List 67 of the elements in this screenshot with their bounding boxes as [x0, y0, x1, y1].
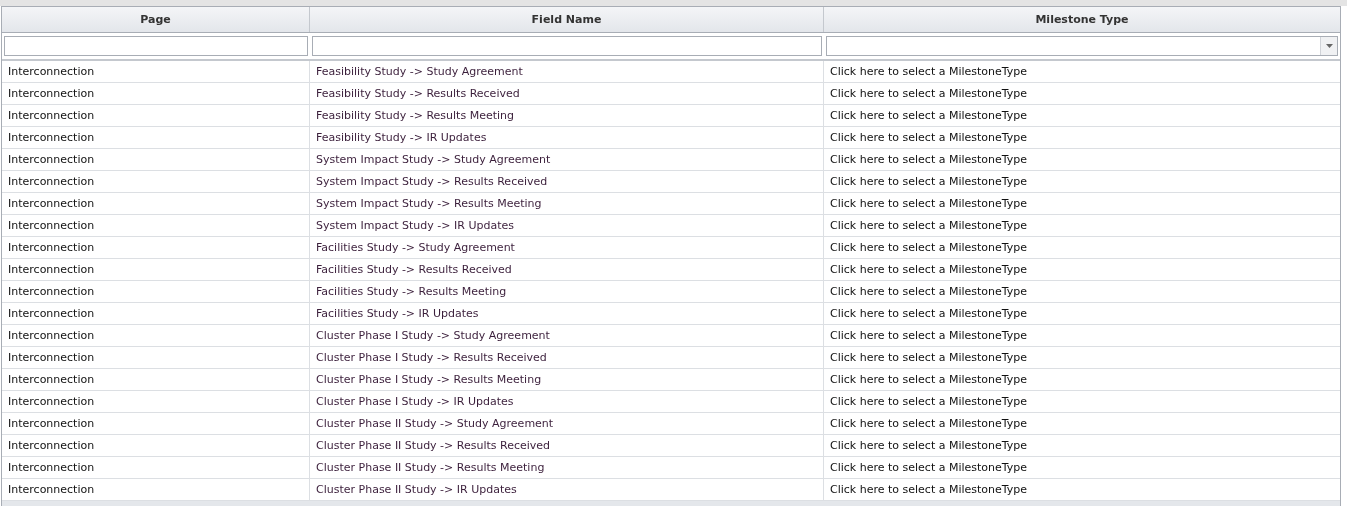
table-cell: Feasibility Study -> IR Updates — [310, 127, 824, 148]
filter-field[interactable] — [4, 36, 308, 56]
filter-field[interactable] — [312, 36, 822, 56]
table-cell[interactable]: Click here to select a MilestoneType — [824, 193, 1340, 214]
table-cell: Interconnection — [2, 105, 310, 126]
table-cell: Cluster Phase II Study -> Results Received — [310, 435, 824, 456]
table-cell: Cluster Phase II Study -> Results Meeting — [310, 457, 824, 478]
table-cell[interactable]: Click here to select a MilestoneType — [824, 215, 1340, 236]
column-header[interactable]: Page — [2, 7, 310, 32]
table-cell: Interconnection — [2, 127, 310, 148]
table-cell: Interconnection — [2, 193, 310, 214]
table-cell: Interconnection — [2, 325, 310, 346]
table-cell: Cluster Phase I Study -> IR Updates — [310, 391, 824, 412]
table-cell: Interconnection — [2, 413, 310, 434]
table-cell: System Impact Study -> Results Received — [310, 171, 824, 192]
table-cell: System Impact Study -> Results Meeting — [310, 193, 824, 214]
table-cell: Interconnection — [2, 281, 310, 302]
table-cell[interactable]: Click here to select a MilestoneType — [824, 347, 1340, 368]
table-cell: Facilities Study -> IR Updates — [310, 303, 824, 324]
table-cell[interactable]: Click here to select a MilestoneType — [824, 259, 1340, 280]
table-cell: Interconnection — [2, 149, 310, 170]
table-cell[interactable]: Click here to select a MilestoneType — [824, 303, 1340, 324]
table-cell: Cluster Phase I Study -> Study Agreement — [310, 325, 824, 346]
table-cell[interactable]: Click here to select a MilestoneType — [824, 83, 1340, 104]
table-cell: Interconnection — [2, 347, 310, 368]
table-cell: Cluster Phase II Study -> Study Agreement — [310, 413, 824, 434]
table-cell: System Impact Study -> Study Agreement — [310, 149, 824, 170]
table-cell[interactable]: Click here to select a MilestoneType — [824, 435, 1340, 456]
table-cell: Interconnection — [2, 479, 310, 500]
table-cell: Facilities Study -> Study Agreement — [310, 237, 824, 258]
table-cell[interactable]: Click here to select a MilestoneType — [824, 171, 1340, 192]
table-cell[interactable]: Click here to select a MilestoneType — [824, 457, 1340, 478]
table-cell[interactable]: Click here to select a MilestoneType — [824, 369, 1340, 390]
table-cell[interactable]: Click here to select a MilestoneType — [824, 391, 1340, 412]
table-cell: Interconnection — [2, 435, 310, 456]
table-cell: Interconnection — [2, 457, 310, 478]
table-cell: Interconnection — [2, 369, 310, 390]
table-cell[interactable]: Click here to select a MilestoneType — [824, 237, 1340, 258]
table-cell[interactable]: Click here to select a MilestoneType — [824, 105, 1340, 126]
table-cell: Feasibility Study -> Results Meeting — [310, 105, 824, 126]
table-cell: Facilities Study -> Results Meeting — [310, 281, 824, 302]
table-cell[interactable]: Click here to select a MilestoneType — [824, 61, 1340, 82]
table-cell: Interconnection — [2, 83, 310, 104]
table-cell: Interconnection — [2, 171, 310, 192]
table-cell: Interconnection — [2, 215, 310, 236]
filter-dropdown[interactable] — [826, 36, 1338, 56]
table-cell: Feasibility Study -> Study Agreement — [310, 61, 824, 82]
table-cell: System Impact Study -> IR Updates — [310, 215, 824, 236]
column-header[interactable]: Milestone Type — [824, 7, 1340, 32]
table-cell[interactable]: Click here to select a MilestoneType — [824, 413, 1340, 434]
table-cell: Cluster Phase II Study -> IR Updates — [310, 479, 824, 500]
table-cell[interactable]: Click here to select a MilestoneType — [824, 325, 1340, 346]
table-cell: Cluster Phase I Study -> Results Received — [310, 347, 824, 368]
table-cell: Interconnection — [2, 391, 310, 412]
table-cell[interactable]: Click here to select a MilestoneType — [824, 479, 1340, 500]
table-cell[interactable]: Click here to select a MilestoneType — [824, 281, 1340, 302]
column-header[interactable]: Field Name — [310, 7, 824, 32]
table-cell: Interconnection — [2, 303, 310, 324]
caret-icon — [1325, 44, 1333, 48]
table-cell: Interconnection — [2, 259, 310, 280]
table-cell: Facilities Study -> Results Received — [310, 259, 824, 280]
table-cell[interactable]: Click here to select a MilestoneType — [824, 149, 1340, 170]
table-cell: Interconnection — [2, 237, 310, 258]
table-cell: Cluster Phase I Study -> Results Meeting — [310, 369, 824, 390]
table-cell: Feasibility Study -> Results Received — [310, 83, 824, 104]
table-cell[interactable]: Click here to select a MilestoneType — [824, 127, 1340, 148]
table-cell: Interconnection — [2, 61, 310, 82]
